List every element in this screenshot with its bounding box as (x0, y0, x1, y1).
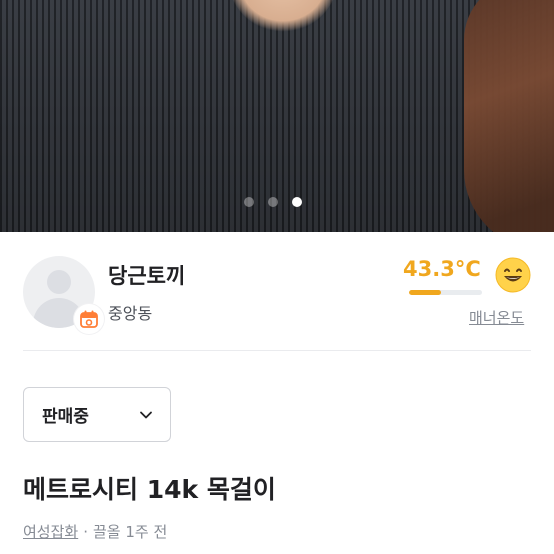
seller-name[interactable]: 당근토끼 (108, 260, 185, 290)
pagination-dot-active[interactable] (292, 197, 302, 207)
meta-separator: · (83, 522, 88, 541)
product-meta: 여성잡화 · 끌올 1주 전 (23, 521, 167, 542)
chevron-down-icon (140, 411, 152, 418)
product-title: 메트로시티 14k 목걸이 (23, 475, 276, 504)
image-pagination[interactable] (244, 197, 302, 207)
pagination-dot[interactable] (268, 197, 278, 207)
product-category-link[interactable]: 여성잡화 (23, 521, 78, 542)
pagination-dot[interactable] (244, 197, 254, 207)
calendar-badge-icon (74, 304, 104, 334)
product-image-hair (464, 0, 554, 232)
bumped-time: 끌올 1주 전 (92, 523, 168, 541)
section-divider (23, 350, 531, 351)
product-image[interactable] (0, 0, 554, 232)
manner-temperature-fill (409, 290, 441, 295)
sale-status-value: 판매중 (42, 407, 89, 427)
manner-temperature: 43.3°C (403, 257, 481, 281)
manner-temperature-link[interactable]: 매너온도 (469, 307, 524, 328)
seller-location: 중앙동 (108, 304, 153, 323)
grinning-face-icon (495, 257, 531, 293)
sale-status-dropdown[interactable]: 판매중 (23, 387, 171, 442)
manner-temperature-bar (409, 290, 482, 295)
default-profile-icon (47, 270, 71, 294)
